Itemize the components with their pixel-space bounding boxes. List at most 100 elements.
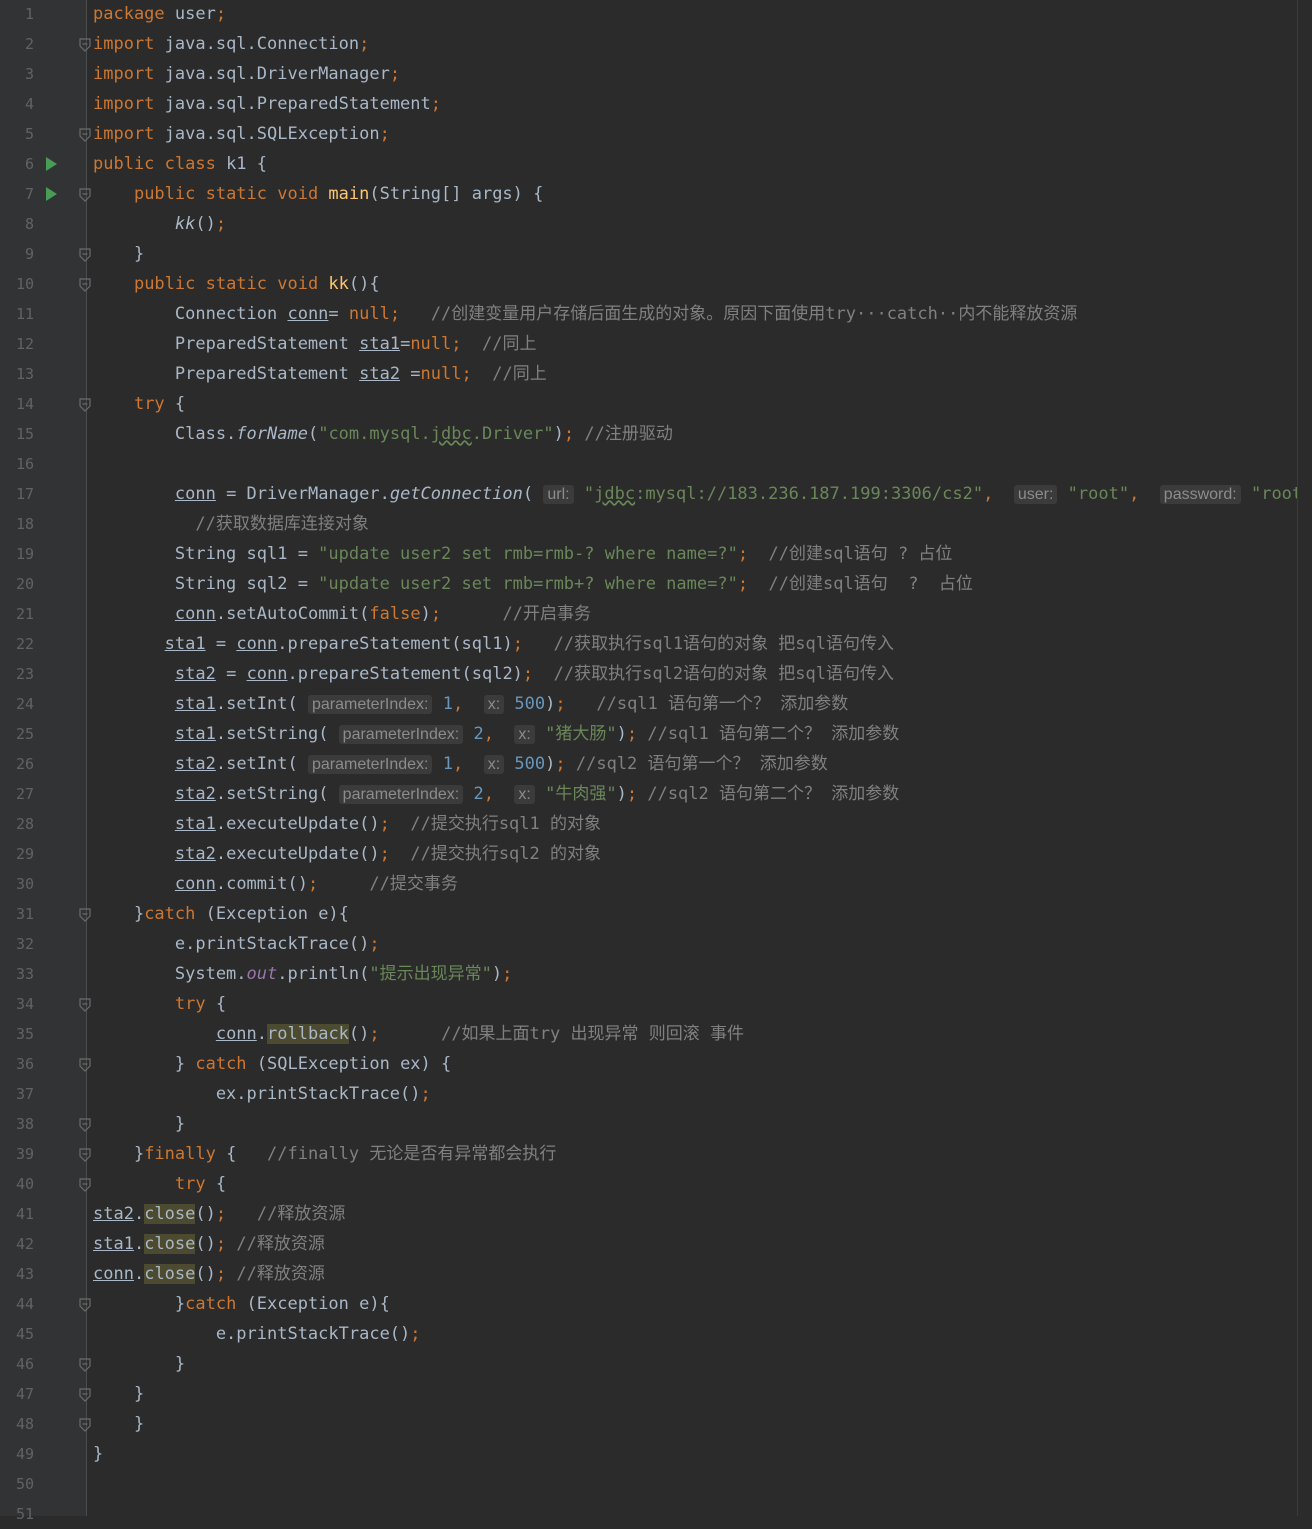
string-token: .Driver" [471,424,554,444]
keyword-token: null; [348,304,401,324]
code-line[interactable]: 16 [0,449,1312,479]
line-number: 18 [15,515,34,533]
code-line[interactable]: 30 conn.commit(); //提交事务 [0,869,1312,899]
fold-marker-icon[interactable] [79,1177,91,1192]
fold-marker-icon[interactable] [79,997,91,1012]
fold-marker-icon[interactable] [79,277,91,292]
code-line[interactable]: 46 } [0,1349,1312,1379]
code-line[interactable]: 17 conn = DriverManager.getConnection( u… [0,479,1312,509]
fold-marker-icon[interactable] [79,1357,91,1372]
line-number: 23 [15,665,34,683]
code-line[interactable]: 45 e.printStackTrace(); [0,1319,1312,1349]
code-line[interactable]: 11 Connection conn= null; //创建变量用户存储后面生成… [0,299,1312,329]
code-line[interactable]: 33 System.out.println("提示出现异常"); [0,959,1312,989]
code-editor[interactable]: 1 package user; 2 import java.sql.Connectio… [0,0,1312,1523]
code-line[interactable]: 48 } [0,1409,1312,1439]
code-line[interactable]: 51 [0,1499,1312,1529]
code-line[interactable]: 29 sta2.executeUpdate(); //提交执行sql2 的对象 [0,839,1312,869]
variable-token: sta1 [164,634,206,654]
code-line[interactable]: 23 sta2 = conn.prepareStatement(sql2); /… [0,659,1312,689]
code-token: .setString( [215,724,339,744]
code-line[interactable]: 43 conn.close(); //释放资源 [0,1259,1312,1289]
code-line[interactable]: 26 sta2.setInt( parameterIndex: 1, x: 50… [0,749,1312,779]
code-line[interactable]: 20 String sql2 = "update user2 set rmb=r… [0,569,1312,599]
keyword-token: public static void [133,274,329,294]
code-text: } [93,1412,144,1436]
keyword-token: ; [215,1234,237,1254]
parameter-hint: parameterIndex: [338,785,464,804]
code-line[interactable]: 18 //获取数据库连接对象 [0,509,1312,539]
code-line[interactable]: 27 sta2.setString( parameterIndex: 2, x:… [0,779,1312,809]
code-line[interactable]: 22 sta1 = conn.prepareStatement(sql1); /… [0,629,1312,659]
run-gutter-icon[interactable] [46,187,57,201]
line-number: 46 [15,1355,34,1373]
code-line[interactable]: 5 import java.sql.SQLException; [0,119,1312,149]
code-token: ( [307,424,319,444]
code-text: conn = DriverManager.getConnection( url:… [93,482,1312,507]
code-line[interactable]: 31 }catch (Exception e){ [0,899,1312,929]
variable-token: conn [174,874,216,894]
comment-token: //sql1 语句第二个？ 添加参数 [647,724,900,744]
fold-marker-icon[interactable] [79,1057,91,1072]
comment-token: //释放资源 [256,1204,346,1224]
code-text: conn.commit(); //提交事务 [93,872,458,896]
fold-marker-icon[interactable] [79,907,91,922]
fold-marker-icon[interactable] [79,1417,91,1432]
code-line[interactable]: 39 }finally { //finally 无论是否有异常都会执行 [0,1139,1312,1169]
code-line[interactable]: 47 } [0,1379,1312,1409]
code-line[interactable]: 9 } [0,239,1312,269]
code-line[interactable]: 32 e.printStackTrace(); [0,929,1312,959]
code-line[interactable]: 2 import java.sql.Connection; [0,29,1312,59]
code-line[interactable]: 21 conn.setAutoCommit(false); //开启事务 [0,599,1312,629]
vertical-scrollbar[interactable] [1297,0,1312,1516]
keyword-token: ; [389,64,401,84]
code-line[interactable]: 28 sta1.executeUpdate(); //提交执行sql1 的对象 [0,809,1312,839]
variable-token: conn [246,664,288,684]
line-number: 15 [15,425,34,443]
run-gutter-icon[interactable] [46,157,57,171]
fold-marker-icon[interactable] [79,247,91,262]
code-line[interactable]: 1 package user; [0,0,1312,29]
code-line[interactable]: 34 try { [0,989,1312,1019]
code-line[interactable]: 42 sta1.close(); //释放资源 [0,1229,1312,1259]
code-line[interactable]: 13 PreparedStatement sta2 =null; //同上 [0,359,1312,389]
code-line[interactable]: 38 } [0,1109,1312,1139]
line-number: 6 [24,155,34,173]
code-line[interactable]: 35 conn.rollback(); //如果上面try 出现异常 则回滚 事… [0,1019,1312,1049]
code-line[interactable]: 36 } catch (SQLException ex) { [0,1049,1312,1079]
fold-marker-icon[interactable] [79,1387,91,1402]
code-line[interactable]: 7 public static void main(String[] args)… [0,179,1312,209]
fold-marker-icon[interactable] [79,37,91,52]
keyword-token: ; [737,574,749,594]
code-line[interactable]: 3 import java.sql.DriverManager; [0,59,1312,89]
code-line[interactable]: 6 public class k1 { [0,149,1312,179]
line-number: 33 [15,965,34,983]
code-line[interactable]: 37 ex.printStackTrace(); [0,1079,1312,1109]
fold-marker-icon[interactable] [79,187,91,202]
code-line[interactable]: 44 }catch (Exception e){ [0,1289,1312,1319]
code-line[interactable]: 10 public static void kk(){ [0,269,1312,299]
code-line[interactable]: 4 import java.sql.PreparedStatement; [0,89,1312,119]
code-line[interactable]: 50 [0,1469,1312,1499]
fold-marker-icon[interactable] [79,1297,91,1312]
fold-marker-icon[interactable] [79,127,91,142]
fold-marker-icon[interactable] [79,397,91,412]
code-line[interactable]: 41 sta2.close(); //释放资源 [0,1199,1312,1229]
code-line[interactable]: 25 sta1.setString( parameterIndex: 2, x:… [0,719,1312,749]
code-line[interactable]: 15 Class.forName("com.mysql.jdbc.Driver"… [0,419,1312,449]
code-line[interactable]: 24 sta1.setInt( parameterIndex: 1, x: 50… [0,689,1312,719]
code-line[interactable]: 8 kk(); [0,209,1312,239]
code-line[interactable]: 12 PreparedStatement sta1=null; //同上 [0,329,1312,359]
code-line[interactable]: 49} [0,1439,1312,1469]
code-line[interactable]: 19 String sql1 = "update user2 set rmb=r… [0,539,1312,569]
code-line[interactable]: 40 try { [0,1169,1312,1199]
fold-marker-icon[interactable] [79,1147,91,1162]
fold-marker-icon[interactable] [79,1117,91,1132]
code-line[interactable]: 14 try { [0,389,1312,419]
keyword-token: ; [307,874,319,894]
code-token: .prepareStatement(sql2) [287,664,523,684]
